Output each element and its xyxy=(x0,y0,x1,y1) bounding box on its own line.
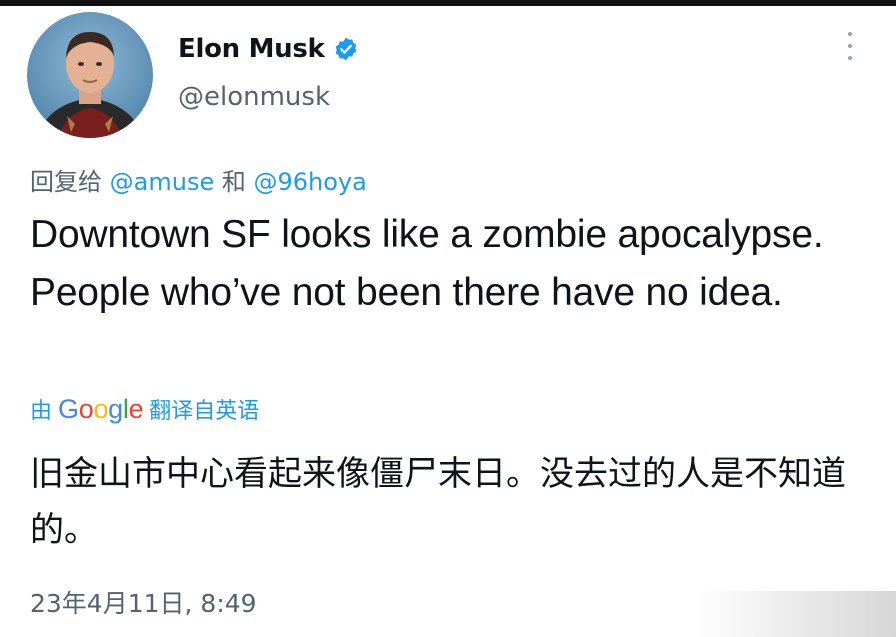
translation-by-label: 由 xyxy=(30,399,53,424)
reply-conjunction: 和 xyxy=(221,168,246,196)
author-name-row: Elon Musk xyxy=(178,32,359,66)
more-dot xyxy=(848,56,852,60)
avatar-image xyxy=(27,12,153,138)
reply-context: 回复给 @amuse 和 @96hoya xyxy=(30,162,367,197)
reply-mention-96hoya[interactable]: @96hoya xyxy=(254,168,367,196)
more-options-icon[interactable] xyxy=(842,28,858,64)
tweet-text: Downtown SF looks like a zombie apocalyp… xyxy=(30,213,824,314)
tweet-card: Elon Musk @elonmusk 回复给 @amuse 和 @96hoya… xyxy=(0,6,896,637)
translated-text: 旧金山市中心看起来像僵尸末日。没去过的人是不知道的。 xyxy=(30,454,846,550)
avatar[interactable] xyxy=(27,12,153,138)
more-dot xyxy=(848,32,852,36)
translation-action-label[interactable]: 翻译自英语 xyxy=(149,393,259,425)
reply-prefix: 回复给 xyxy=(30,168,102,196)
tweet-timestamp[interactable]: 23年4月11日, 8:49 xyxy=(30,584,257,620)
translation-attribution[interactable]: 由 Google 翻译自英语 xyxy=(30,392,259,426)
verified-badge-icon xyxy=(333,36,359,62)
corner-fade xyxy=(696,591,896,637)
google-logo: Google xyxy=(58,393,144,424)
reply-mention-amuse[interactable]: @amuse xyxy=(110,168,215,196)
more-dot xyxy=(848,44,852,48)
author-handle[interactable]: @elonmusk xyxy=(178,82,330,112)
author-display-name[interactable]: Elon Musk xyxy=(178,34,325,64)
